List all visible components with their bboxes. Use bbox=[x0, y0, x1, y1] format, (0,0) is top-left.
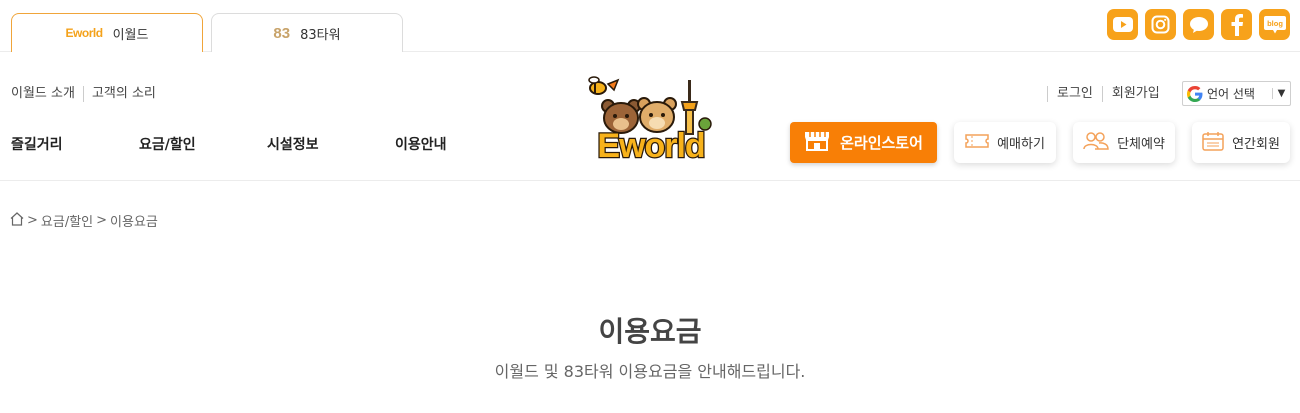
breadcrumb-fees-discounts[interactable]: 요금/할인 bbox=[41, 211, 93, 230]
blog-icon-label: blog bbox=[1267, 19, 1283, 28]
breadcrumb: > 요금/할인 > 이용요금 bbox=[10, 211, 158, 230]
talk-icon[interactable] bbox=[1183, 9, 1214, 40]
nav-guide[interactable]: 이용안내 bbox=[395, 134, 475, 154]
utility-links-right: 로그인 회원가입 bbox=[1047, 86, 1169, 102]
online-store-button[interactable]: 온라인스토어 bbox=[790, 122, 937, 163]
tab-83tower-label: 83타워 bbox=[300, 27, 341, 43]
facebook-icon[interactable] bbox=[1221, 9, 1252, 40]
link-customer-voice[interactable]: 고객의 소리 bbox=[82, 86, 164, 102]
tab-eworld[interactable]: Eworld 이월드 bbox=[11, 13, 203, 52]
calendar-icon bbox=[1202, 131, 1224, 155]
ticket-icon bbox=[965, 133, 989, 153]
tower-illustration bbox=[680, 80, 699, 135]
nav-fees-discounts[interactable]: 요금/할인 bbox=[139, 134, 267, 154]
group-icon bbox=[1083, 131, 1109, 154]
main-nav: 즐길거리 요금/할인 시설정보 이용안내 bbox=[11, 134, 475, 154]
page-subtitle: 이월드 및 83타워 이용요금을 안내해드립니다. bbox=[494, 362, 806, 381]
group-reservation-button[interactable]: 단체예약 bbox=[1073, 122, 1175, 163]
logo-wordmark: Eworld bbox=[597, 127, 704, 164]
nav-attractions[interactable]: 즐길거리 bbox=[11, 134, 139, 154]
signup-link[interactable]: 회원가입 bbox=[1101, 86, 1169, 102]
breadcrumb-separator: > bbox=[27, 213, 38, 228]
breadcrumb-current: 이용요금 bbox=[110, 215, 158, 230]
social-links: blog bbox=[1107, 9, 1290, 40]
group-reservation-label: 단체예약 bbox=[1117, 137, 1165, 152]
online-store-label: 온라인스토어 bbox=[840, 134, 923, 152]
ticket-booking-button[interactable]: 예매하기 bbox=[954, 122, 1056, 163]
youtube-icon[interactable] bbox=[1107, 9, 1138, 40]
page-title: 이용요금 bbox=[598, 315, 702, 348]
bee-illustration bbox=[588, 76, 620, 95]
chevron-down-icon: ▼ bbox=[1272, 88, 1290, 99]
login-link[interactable]: 로그인 bbox=[1047, 86, 1102, 102]
tab-83tower[interactable]: 83 83타워 bbox=[211, 13, 403, 52]
eworld-mini-logo: Eworld bbox=[65, 26, 104, 40]
header-divider bbox=[0, 180, 1300, 181]
eworld-logo[interactable]: Eworld bbox=[574, 72, 728, 164]
83tower-mini-logo: 83 bbox=[273, 24, 291, 42]
top-bar: Eworld 이월드 83 83타워 blog bbox=[0, 0, 1300, 52]
utility-links-left: 이월드 소개 고객의 소리 bbox=[11, 86, 164, 102]
instagram-icon[interactable] bbox=[1145, 9, 1176, 40]
tab-eworld-label: 이월드 bbox=[112, 27, 149, 43]
annual-membership-button[interactable]: 연간회원 bbox=[1192, 122, 1290, 163]
google-icon bbox=[1183, 85, 1207, 102]
annual-membership-label: 연간회원 bbox=[1232, 137, 1280, 152]
language-select[interactable]: 언어 선택 ▼ bbox=[1182, 81, 1291, 106]
nav-facilities[interactable]: 시설정보 bbox=[267, 134, 395, 154]
link-eworld-intro[interactable]: 이월드 소개 bbox=[11, 86, 83, 102]
ticket-booking-label: 예매하기 bbox=[997, 137, 1045, 152]
language-label: 언어 선택 bbox=[1207, 87, 1255, 101]
store-icon bbox=[804, 131, 830, 155]
home-icon[interactable] bbox=[10, 211, 24, 230]
breadcrumb-separator: > bbox=[96, 213, 108, 228]
blog-icon[interactable]: blog bbox=[1259, 9, 1290, 40]
